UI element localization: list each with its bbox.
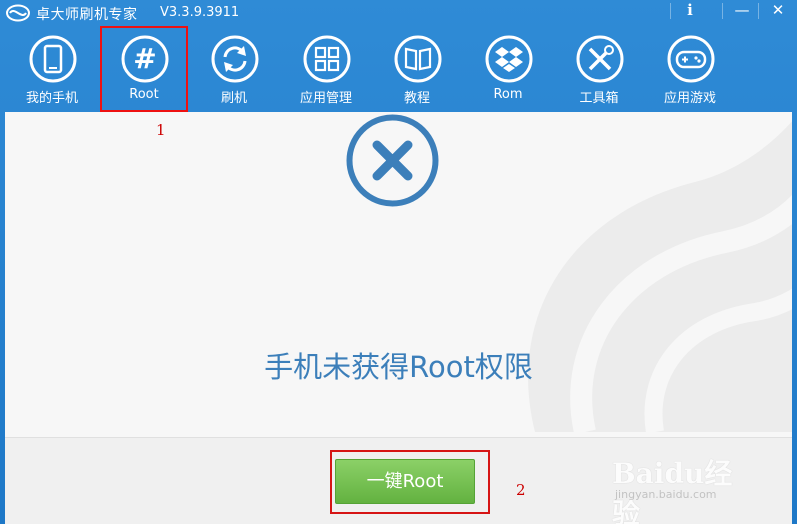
grid-icon (303, 35, 351, 83)
title-bar: 卓大师刷机专家 V3.3.9.3911 i — ✕ (0, 0, 797, 26)
close-button[interactable]: ✕ (760, 0, 796, 22)
tab-label: 教程 (403, 91, 430, 106)
tab-rom[interactable]: Rom (468, 26, 548, 108)
title-separator (758, 3, 759, 19)
app-title: 卓大师刷机专家 (36, 7, 138, 23)
tab-flash[interactable]: 刷机 (194, 26, 274, 108)
title-separator (670, 3, 671, 19)
tab-label: 刷机 (220, 91, 247, 106)
dropbox-icon (485, 35, 533, 83)
annotation-number-1: 1 (156, 121, 166, 139)
refresh-icon (211, 35, 259, 83)
annotation-number-2: 2 (516, 481, 526, 499)
tab-label: Rom (493, 87, 523, 102)
gamepad-icon (667, 35, 715, 83)
tab-app-manager[interactable]: 应用管理 (286, 26, 366, 108)
app-window: 卓大师刷机专家 V3.3.9.3911 i — ✕ 我的手机 # Root 刷机… (0, 0, 797, 524)
info-button[interactable]: i (672, 0, 708, 22)
tab-label: 应用游戏 (663, 91, 716, 106)
book-icon (394, 35, 442, 83)
tab-tutorial[interactable]: 教程 (377, 26, 457, 108)
highlight-box-1 (100, 26, 188, 112)
tab-toolbox[interactable]: 工具箱 (559, 26, 639, 108)
tab-label: 我的手机 (25, 91, 78, 106)
highlight-box-2 (330, 450, 490, 514)
title-separator (722, 3, 723, 19)
baidu-watermark: Baidu经验 jingyan.baidu.com (612, 452, 752, 524)
tab-label: 工具箱 (579, 91, 619, 106)
app-logo-icon (6, 4, 30, 22)
tools-icon (576, 35, 624, 83)
tab-label: 应用管理 (299, 91, 352, 106)
watermark-url: jingyan.baidu.com (615, 488, 717, 501)
status-message: 手机未获得Root权限 (264, 350, 533, 384)
minimize-button[interactable]: — (724, 0, 760, 22)
app-version: V3.3.9.3911 (160, 5, 240, 20)
phone-icon (29, 35, 77, 83)
error-x-icon (346, 114, 439, 207)
tab-games[interactable]: 应用游戏 (650, 26, 730, 108)
tab-my-phone[interactable]: 我的手机 (12, 26, 92, 108)
